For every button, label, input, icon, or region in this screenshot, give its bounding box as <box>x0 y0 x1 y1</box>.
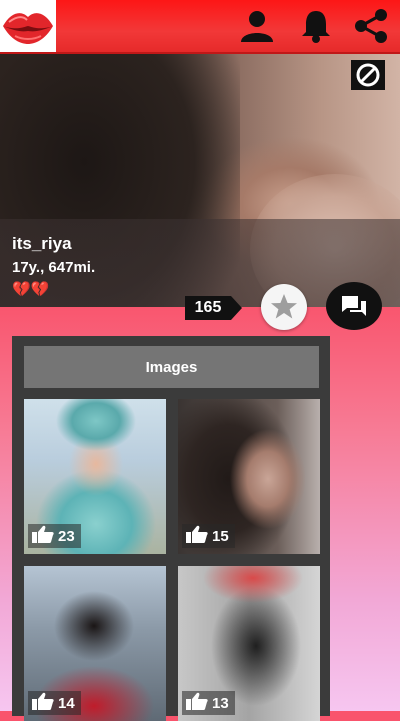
images-panel: Images 23 15 14 13 <box>12 336 330 721</box>
block-icon <box>356 63 380 87</box>
like-count: 14 <box>58 694 75 712</box>
hearts-badge: 💔💔 <box>12 281 50 298</box>
image-thumbnail-4[interactable]: 13 <box>178 566 320 721</box>
chat-icon <box>342 296 366 316</box>
image-thumbnail-2[interactable]: 15 <box>178 399 320 554</box>
age-distance: 17y., 647mi. <box>12 259 96 276</box>
tab-images[interactable]: Images <box>24 346 319 388</box>
block-button[interactable] <box>351 60 385 90</box>
lips-logo-icon <box>3 13 53 44</box>
username: its_riya <box>12 234 72 253</box>
favorite-star-button[interactable] <box>261 284 307 330</box>
profile-icon[interactable] <box>238 8 276 44</box>
like-count-badge: 15 <box>182 524 235 548</box>
star-icon <box>271 294 297 319</box>
share-icon[interactable] <box>352 8 390 44</box>
thumbs-up-icon <box>32 525 54 547</box>
thumbs-up-icon <box>186 525 208 547</box>
like-count: 15 <box>212 527 229 545</box>
image-thumbnail-1[interactable]: 23 <box>24 399 166 554</box>
favorite-count: 165 <box>185 296 231 320</box>
like-count: 23 <box>58 527 75 545</box>
like-count: 13 <box>212 694 229 712</box>
like-count-badge: 14 <box>28 691 81 715</box>
chat-button[interactable] <box>326 282 382 330</box>
like-count-badge: 23 <box>28 524 81 548</box>
favorite-count-pointer <box>231 296 242 320</box>
top-app-bar <box>0 0 400 54</box>
notification-bell-icon[interactable] <box>297 8 335 44</box>
image-thumbnail-3[interactable]: 14 <box>24 566 166 721</box>
lips-logo[interactable] <box>0 0 56 52</box>
like-count-badge: 13 <box>182 691 235 715</box>
